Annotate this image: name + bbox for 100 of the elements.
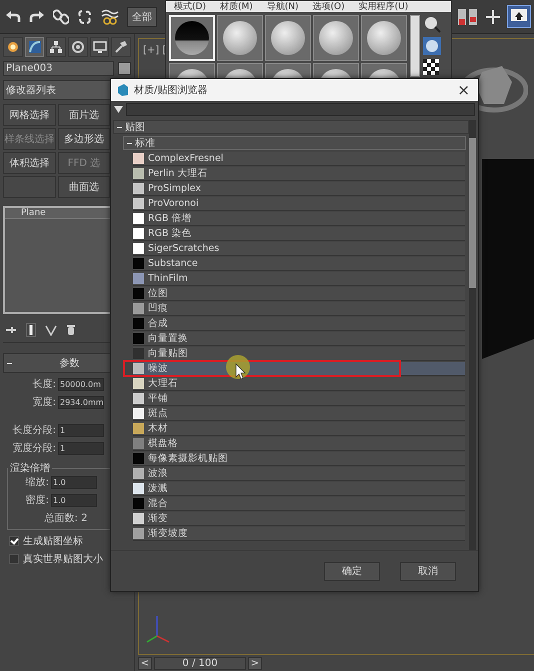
map-item[interactable]: ProVoronoi xyxy=(133,197,465,211)
scrollbar[interactable] xyxy=(410,15,420,77)
checker-icon[interactable] xyxy=(423,59,439,75)
menu-item[interactable]: 选项(O) xyxy=(312,0,345,13)
number-field[interactable]: 1.0 xyxy=(51,476,97,488)
map-item[interactable]: RGB 倍增 xyxy=(133,212,465,226)
group-title: 渲染倍增 xyxy=(9,462,51,475)
map-item[interactable]: Substance xyxy=(133,257,465,271)
ring-icon xyxy=(70,40,85,54)
map-item[interactable]: RGB 染色 xyxy=(133,227,465,241)
previous-frame-button[interactable]: < xyxy=(138,656,152,670)
field-label: 密度: xyxy=(26,494,49,507)
map-item[interactable]: 平铺 xyxy=(133,392,465,406)
field-label: 长度分段: xyxy=(12,424,56,437)
map-item[interactable]: 每像素摄影机贴图 xyxy=(133,452,465,466)
close-button[interactable]: × xyxy=(455,81,472,99)
time-slider[interactable]: 0 / 100 xyxy=(154,656,246,670)
field-label: 长度: xyxy=(32,378,56,391)
redo-icon[interactable] xyxy=(29,10,45,24)
map-item[interactable]: 合成 xyxy=(133,317,465,331)
panel-tab[interactable] xyxy=(68,37,88,57)
undo-icon[interactable] xyxy=(5,10,21,24)
bind-icon[interactable] xyxy=(101,8,119,24)
sphere-preview xyxy=(175,21,209,55)
dialog-button[interactable]: 确定 xyxy=(324,562,380,580)
field-label: 宽度分段: xyxy=(12,442,56,455)
map-item[interactable]: ComplexFresnel xyxy=(133,152,465,166)
field-label: 缩放: xyxy=(26,476,49,489)
unlink-icon[interactable] xyxy=(77,8,93,24)
panel-tab[interactable] xyxy=(46,37,66,57)
sun-icon xyxy=(6,40,20,54)
funnel-icon[interactable] xyxy=(45,324,57,336)
hierarchy-icon xyxy=(49,40,64,54)
panel-tab[interactable] xyxy=(3,37,23,57)
map-item[interactable]: ThinFilm xyxy=(133,272,465,286)
map-item[interactable]: Perlin 大理石 xyxy=(133,167,465,181)
menu-item[interactable]: 实用程序(U) xyxy=(358,0,408,13)
app-logo-icon xyxy=(117,84,129,96)
dropdown-triangle-icon[interactable] xyxy=(114,106,123,113)
map-item[interactable]: 渐变坡度 xyxy=(133,527,465,541)
search-field[interactable] xyxy=(126,103,475,116)
map-item[interactable]: 波浪 xyxy=(133,467,465,481)
number-field[interactable]: 50000.0m xyxy=(58,378,104,390)
group-header[interactable]: 标准 xyxy=(123,136,466,150)
mirror-icon[interactable] xyxy=(457,6,479,26)
toolbar-button[interactable] xyxy=(507,5,531,28)
trash-icon[interactable] xyxy=(66,324,76,336)
panel-tab[interactable] xyxy=(24,37,44,57)
map-item[interactable]: SigerScratches xyxy=(133,242,465,256)
map-item[interactable]: 棋盘格 xyxy=(133,437,465,451)
pin-icon[interactable] xyxy=(5,325,17,335)
object-name-field[interactable]: Plane003 xyxy=(3,61,114,76)
map-item[interactable]: 斑点 xyxy=(133,407,465,421)
scrollbar[interactable] xyxy=(469,120,476,550)
sphere-magnifier-icon[interactable] xyxy=(423,15,441,33)
map-item[interactable]: 渐变 xyxy=(133,512,465,526)
sphere-icon[interactable] xyxy=(423,37,441,55)
menu-item[interactable]: 导航(N) xyxy=(266,0,299,13)
map-item[interactable]: 大理石 xyxy=(133,377,465,391)
map-item[interactable]: 泼溅 xyxy=(133,482,465,496)
scrollbar-thumb[interactable] xyxy=(469,138,476,288)
stack-bar-icon[interactable] xyxy=(26,323,36,337)
map-item[interactable]: 位图 xyxy=(133,287,465,301)
number-field[interactable]: 2934.0mm xyxy=(58,396,104,408)
checkbox[interactable] xyxy=(9,554,19,564)
number-field[interactable]: 1 xyxy=(58,424,104,436)
modifier-button[interactable]: 多边形选 xyxy=(58,128,110,150)
group-header[interactable]: 贴图 xyxy=(113,120,469,134)
modifier-button[interactable]: 网格选择 xyxy=(3,104,56,126)
sphere-preview xyxy=(319,21,353,55)
checkbox-label: 生成贴图坐标 xyxy=(23,534,83,548)
selection-filter-dropdown[interactable]: 全部 xyxy=(127,6,157,26)
panel-tab[interactable] xyxy=(90,37,110,57)
map-item[interactable]: 向量贴图 xyxy=(133,347,465,361)
sphere-preview xyxy=(223,21,257,55)
cursor-highlight-icon xyxy=(225,355,251,381)
panel-tab[interactable] xyxy=(111,37,132,57)
map-item[interactable]: ProSimplex xyxy=(133,182,465,196)
modifier-button[interactable]: 面片选 xyxy=(58,104,110,126)
map-item[interactable]: 木材 xyxy=(133,422,465,436)
number-field[interactable]: 1 xyxy=(58,442,104,454)
move-icon[interactable] xyxy=(485,8,501,24)
checkbox-label: 真实世界贴图大小 xyxy=(23,552,103,566)
number-field[interactable]: 1.0 xyxy=(51,494,97,506)
map-item[interactable]: 向量置换 xyxy=(133,332,465,346)
sphere-preview xyxy=(271,21,305,55)
map-item[interactable]: 凹痕 xyxy=(133,302,465,316)
modifier-button[interactable]: 曲面选 xyxy=(58,176,110,198)
face-count-text: 总面数: 2 xyxy=(44,512,88,525)
monitor-icon xyxy=(92,40,107,54)
map-item[interactable]: 混合 xyxy=(133,497,465,511)
menu-item[interactable]: 模式(D) xyxy=(174,0,206,13)
next-frame-button[interactable]: > xyxy=(248,656,262,670)
link-icon[interactable] xyxy=(53,8,69,24)
checkbox[interactable] xyxy=(9,536,19,546)
modifier-button[interactable]: 体积选择 xyxy=(3,152,56,174)
dialog-button[interactable]: 取消 xyxy=(400,562,456,580)
menu-item[interactable]: 材质(M) xyxy=(220,0,253,13)
viewport-label[interactable]: [+] [ xyxy=(143,45,166,56)
object-color-swatch[interactable] xyxy=(118,62,131,75)
